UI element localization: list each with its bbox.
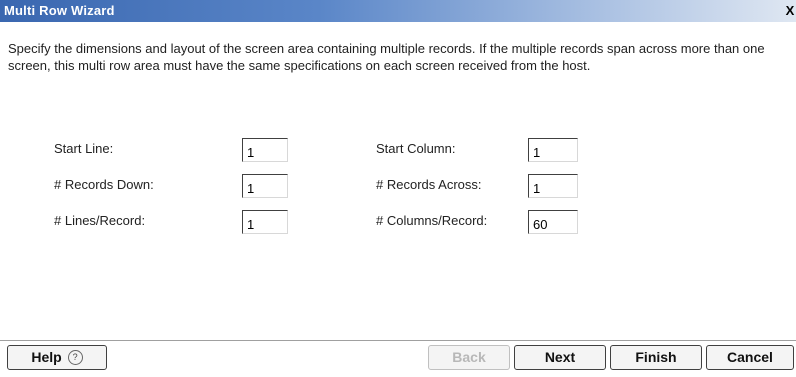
records-down-input[interactable]: 1 bbox=[242, 174, 288, 198]
title-bar[interactable]: Multi Row Wizard X bbox=[0, 0, 796, 22]
start-line-input[interactable]: 1 bbox=[242, 138, 288, 162]
lines-per-record-input[interactable]: 1 bbox=[242, 210, 288, 234]
cancel-button[interactable]: Cancel bbox=[706, 345, 794, 370]
finish-button[interactable]: Finish bbox=[610, 345, 702, 370]
window-title: Multi Row Wizard bbox=[4, 3, 115, 18]
columns-per-record-input[interactable]: 60 bbox=[528, 210, 578, 234]
help-button-label: Help bbox=[31, 349, 62, 365]
records-down-label: # Records Down: bbox=[54, 177, 154, 192]
start-column-input[interactable]: 1 bbox=[528, 138, 578, 162]
start-column-label: Start Column: bbox=[376, 141, 456, 156]
wizard-description: Specify the dimensions and layout of the… bbox=[8, 41, 765, 73]
close-button[interactable]: X bbox=[784, 3, 796, 19]
footer-separator bbox=[0, 340, 796, 341]
start-line-label: Start Line: bbox=[54, 141, 114, 156]
help-icon: ? bbox=[67, 349, 83, 365]
columns-per-record-label: # Columns/Record: bbox=[376, 213, 488, 228]
records-across-label: # Records Across: bbox=[376, 177, 482, 192]
lines-per-record-label: # Lines/Record: bbox=[54, 213, 146, 228]
next-button[interactable]: Next bbox=[514, 345, 606, 370]
records-across-input[interactable]: 1 bbox=[528, 174, 578, 198]
multi-row-wizard-dialog: Multi Row Wizard X Specify the dimension… bbox=[0, 0, 796, 377]
back-button[interactable]: Back bbox=[428, 345, 510, 370]
help-button[interactable]: Help? bbox=[7, 345, 107, 370]
